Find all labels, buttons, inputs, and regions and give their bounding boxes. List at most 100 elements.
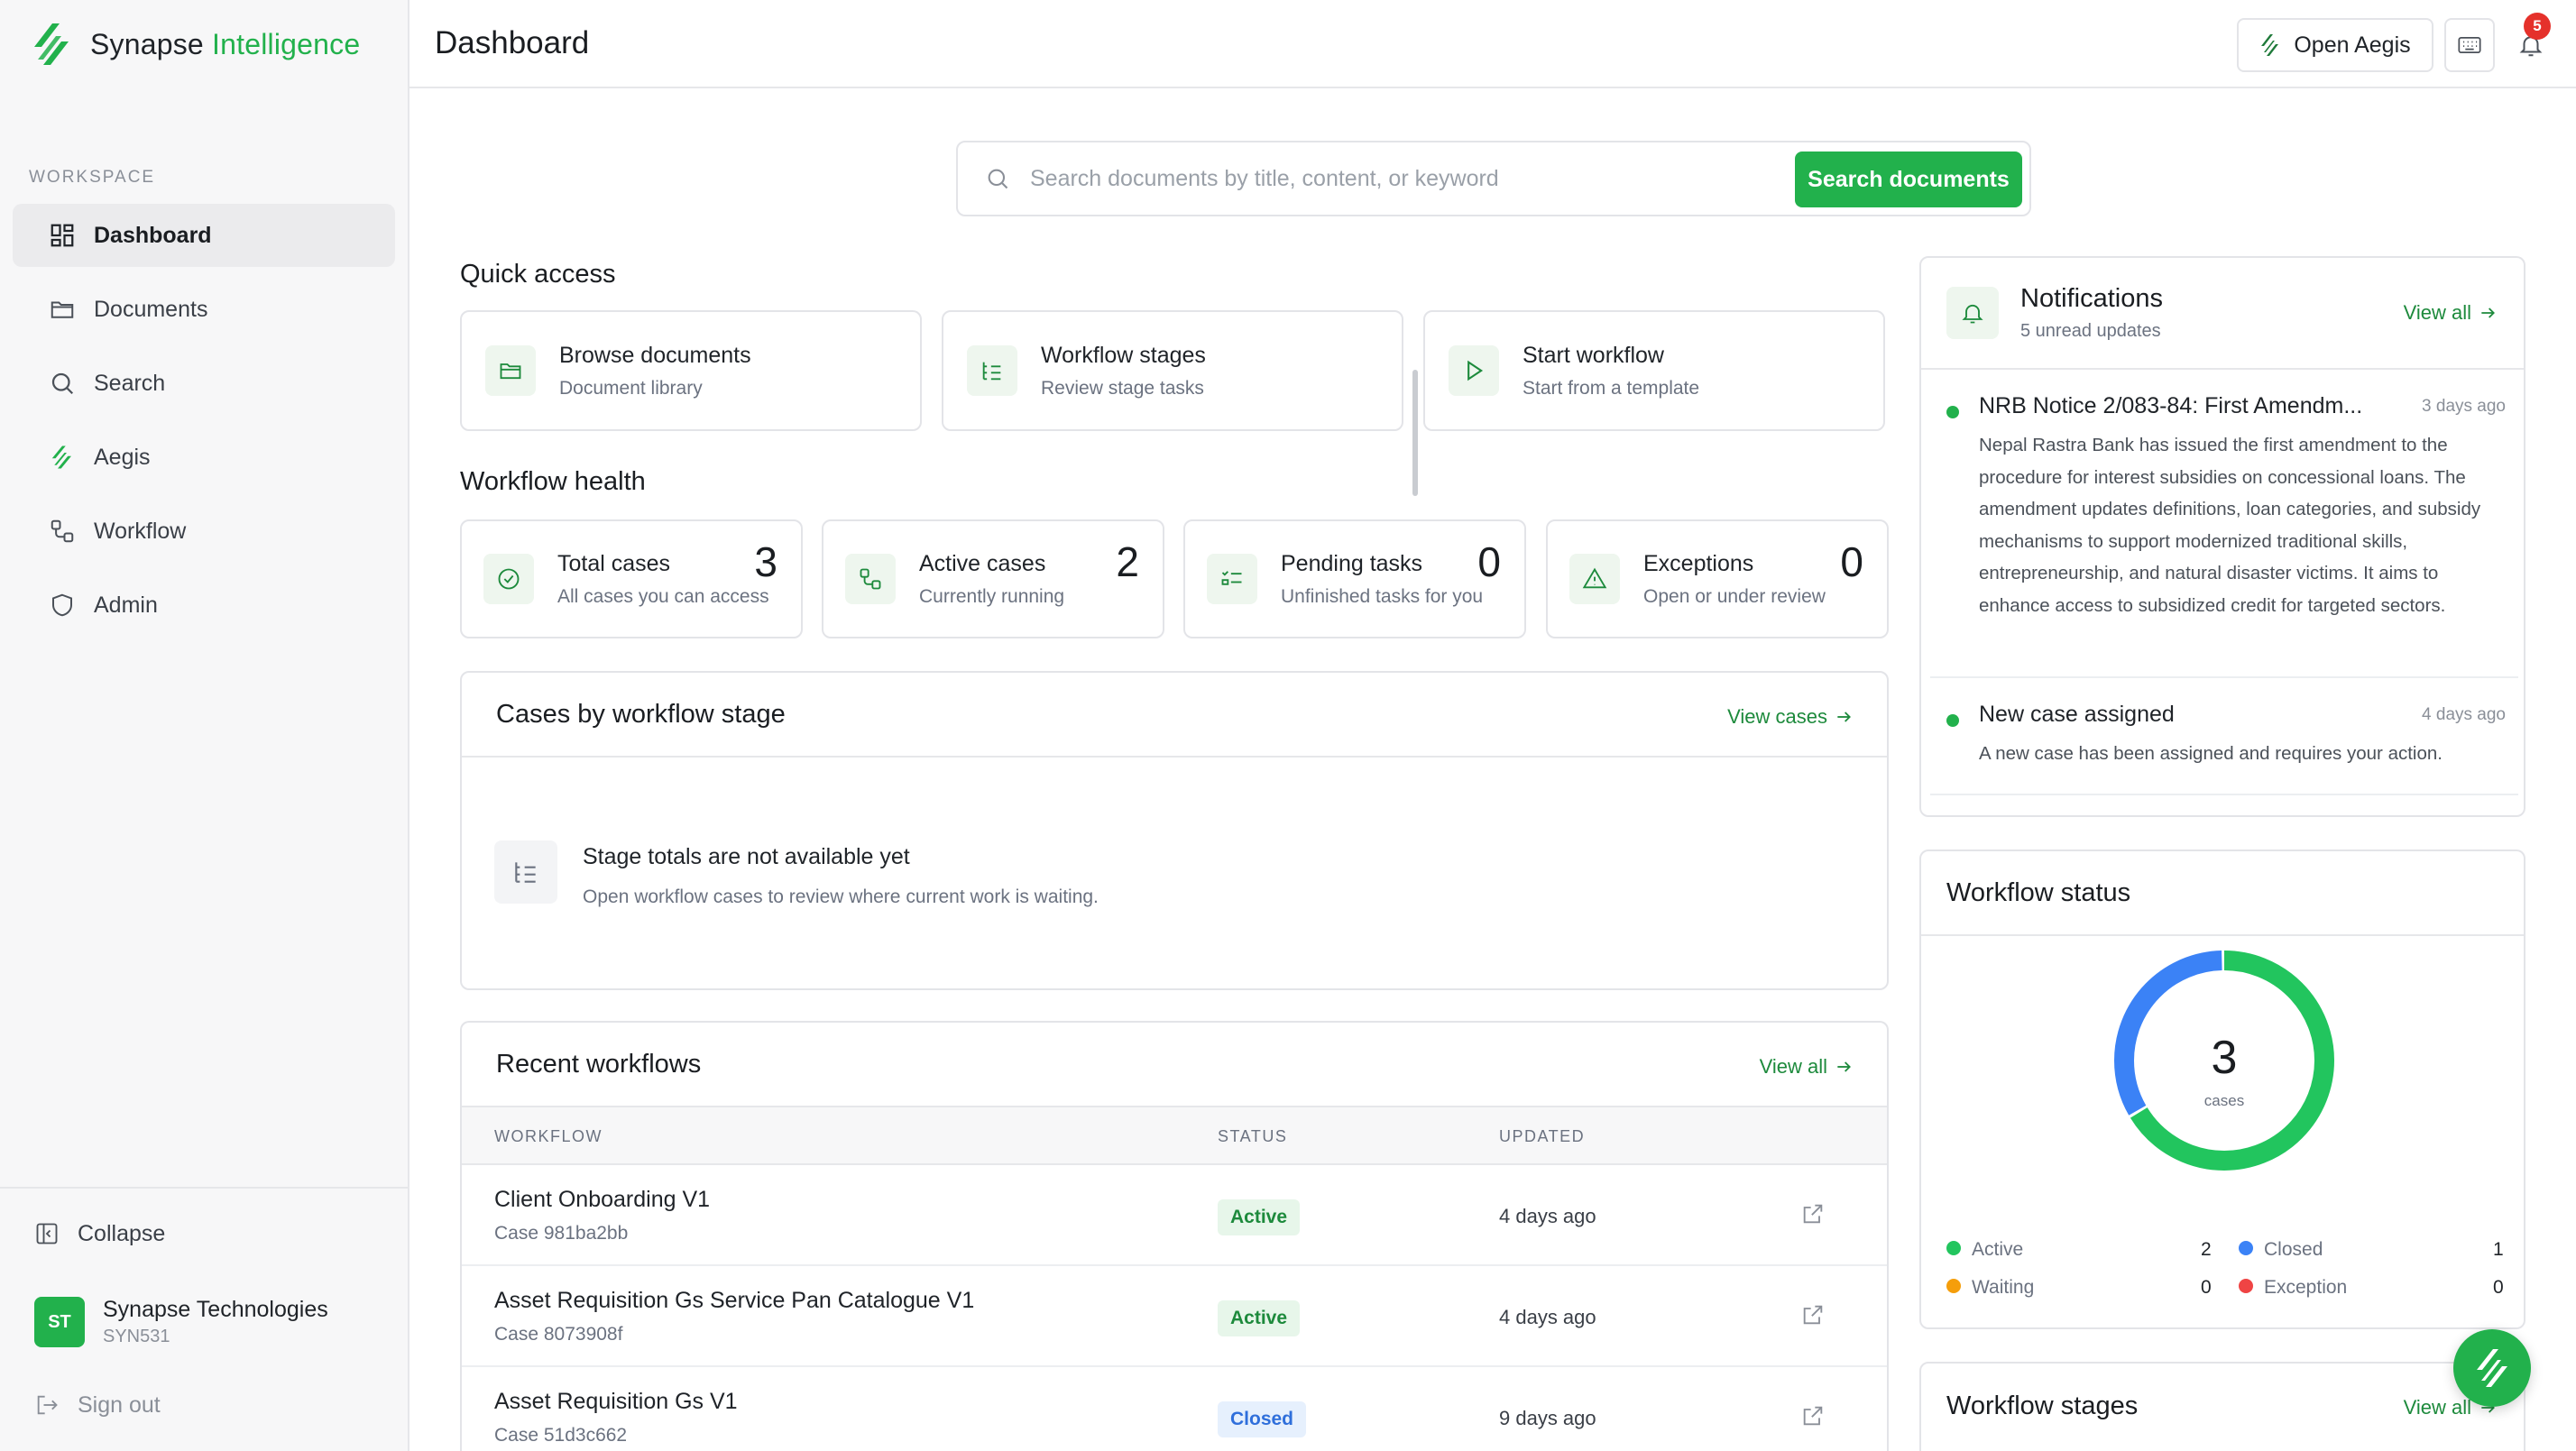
divider <box>1930 676 2518 678</box>
legend-label: Waiting <box>1972 1277 2035 1298</box>
legend-dot <box>1946 1279 1961 1294</box>
table-row[interactable]: Asset Requisition Gs V1 Case 51d3c662 Cl… <box>462 1367 1887 1451</box>
arrow-right-icon <box>2481 308 2495 318</box>
collapse-button[interactable]: Collapse <box>0 1189 408 1279</box>
quick-access-title: Quick access <box>460 260 616 289</box>
open-aegis-button[interactable]: Open Aegis <box>2237 18 2433 72</box>
sidebar-item-admin[interactable]: Admin <box>13 574 395 637</box>
card-subtitle: Start from a template <box>1523 377 1700 399</box>
notification-title: NRB Notice 2/083-84: First Amendm... <box>1979 393 2363 418</box>
external-link-icon[interactable] <box>1800 1302 1826 1327</box>
collapse-icon <box>36 1223 58 1244</box>
sidebar-item-dashboard[interactable]: Dashboard <box>13 204 395 267</box>
total-cases-card[interactable]: Total cases All cases you can access 3 <box>460 519 803 638</box>
view-all-notifications-link[interactable]: View all <box>2404 301 2497 325</box>
card-title: Exceptions <box>1643 550 1754 576</box>
sidebar-item-workflow[interactable]: Workflow <box>13 500 395 563</box>
card-count: 0 <box>1840 538 1863 585</box>
icon-box <box>1946 287 1999 339</box>
pending-tasks-card[interactable]: Pending tasks Unfinished tasks for you 0 <box>1183 519 1526 638</box>
brand[interactable]: Synapse Intelligence <box>0 0 408 88</box>
legend-label: Closed <box>2264 1239 2323 1260</box>
play-icon <box>1467 360 1484 381</box>
view-cases-link[interactable]: View cases <box>1727 705 1853 729</box>
legend-dot <box>2239 1241 2253 1256</box>
sidebar-item-label: Documents <box>94 296 208 322</box>
panel-header: Recent workflows View all <box>462 1023 1887 1107</box>
notification-body: Nepal Rastra Bank has issued the first a… <box>1979 435 2481 616</box>
workflow-stages-card[interactable]: Workflow stages Review stage tasks <box>942 310 1403 431</box>
search-documents-button[interactable]: Search documents <box>1795 152 2022 207</box>
panel-title: Workflow stages <box>1946 1391 2139 1420</box>
table-row[interactable]: Asset Requisition Gs Service Pan Catalog… <box>462 1266 1887 1367</box>
aegis-logo-icon <box>2477 1349 2507 1387</box>
workflow-icon <box>860 568 881 590</box>
external-link-icon[interactable] <box>1800 1201 1826 1226</box>
card-count: 0 <box>1477 538 1501 585</box>
workflow-stages-panel: Workflow stages View all <box>1919 1362 2525 1451</box>
divider <box>1930 794 2518 795</box>
card-subtitle: All cases you can access <box>557 585 769 607</box>
browse-documents-card[interactable]: Browse documents Document library <box>460 310 922 431</box>
unread-dot <box>1946 714 1959 727</box>
folder-open-icon <box>500 363 521 380</box>
workflow-icon <box>51 519 74 543</box>
card-title: Workflow stages <box>1041 342 1206 368</box>
exceptions-card[interactable]: Exceptions Open or under review 0 <box>1546 519 1889 638</box>
panel-title: Recent workflows <box>496 1049 702 1079</box>
card-count: 3 <box>754 538 777 585</box>
keyboard-icon <box>2458 36 2481 54</box>
search-input[interactable] <box>1030 165 1806 192</box>
card-subtitle: Unfinished tasks for you <box>1281 585 1484 607</box>
status-badge: Active <box>1218 1199 1301 1235</box>
list-tree-icon <box>982 362 1001 381</box>
notification-title: New case assigned <box>1979 702 2175 727</box>
card-subtitle: Review stage tasks <box>1041 377 1204 399</box>
notification-item[interactable]: NRB Notice 2/083-84: First Amendm... 3 d… <box>1946 393 2513 655</box>
start-workflow-card[interactable]: Start workflow Start from a template <box>1423 310 1885 431</box>
sign-out-button[interactable]: Sign out <box>0 1365 408 1445</box>
legend-value: 0 <box>2493 1277 2504 1298</box>
icon-box <box>1569 554 1620 604</box>
aegis-assistant-fab[interactable] <box>2453 1329 2531 1407</box>
notification-item[interactable]: New case assigned 4 days ago A new case … <box>1946 702 2513 774</box>
org-avatar: ST <box>34 1297 85 1347</box>
sidebar-nav: Dashboard Documents Search Aegis Workflo… <box>13 204 395 647</box>
empty-state-subtitle: Open workflow cases to review where curr… <box>583 886 1099 907</box>
icon-box <box>967 345 1017 396</box>
legend-value: 0 <box>2201 1277 2212 1298</box>
sign-out-label: Sign out <box>78 1391 161 1418</box>
workflow-status-panel: Workflow status 3 cases Active 2 Closed … <box>1919 849 2525 1329</box>
status-badge: Active <box>1218 1300 1301 1336</box>
icon-box <box>1449 345 1499 396</box>
active-cases-card[interactable]: Active cases Currently running 2 <box>822 519 1164 638</box>
keyboard-shortcuts-button[interactable] <box>2444 18 2495 72</box>
card-count: 2 <box>1116 538 1139 585</box>
sidebar: Synapse Intelligence WORKSPACE Dashboard… <box>0 0 409 1451</box>
status-badge: Closed <box>1218 1401 1307 1437</box>
card-title: Total cases <box>557 550 671 576</box>
table-row[interactable]: Client Onboarding V1 Case 981ba2bb Activ… <box>462 1165 1887 1266</box>
sidebar-item-documents[interactable]: Documents <box>13 278 395 341</box>
view-all-workflows-link[interactable]: View all <box>1760 1055 1853 1079</box>
panel-header: Workflow stages View all <box>1921 1364 2524 1448</box>
warning-icon <box>1582 567 1607 589</box>
empty-state: Stage totals are not available yet Open … <box>494 840 1099 908</box>
sidebar-item-aegis[interactable]: Aegis <box>13 426 395 489</box>
notifications-scrollbar[interactable] <box>1412 370 1418 496</box>
external-link-icon[interactable] <box>1800 1403 1826 1428</box>
panel-header: Cases by workflow stage View cases <box>462 673 1887 758</box>
legend-item-closed: Closed <box>2239 1239 2323 1261</box>
arrow-right-icon <box>1837 1061 1851 1072</box>
sidebar-item-search[interactable]: Search <box>13 352 395 415</box>
aegis-logo-icon <box>2261 34 2279 56</box>
topbar: Dashboard Open Aegis 5 <box>409 0 2576 88</box>
org-switcher[interactable]: ST Synapse Technologies SYN531 <box>0 1279 408 1365</box>
card-title: Browse documents <box>559 342 751 368</box>
brand-name: Synapse Intelligence <box>90 27 361 60</box>
notification-body: A new case has been assigned and require… <box>1979 743 2443 764</box>
workflow-name: Client Onboarding V1 <box>494 1187 711 1212</box>
legend-value: 2 <box>2201 1239 2212 1260</box>
list-tree-icon <box>515 862 536 883</box>
notification-time: 3 days ago <box>2422 397 2506 416</box>
